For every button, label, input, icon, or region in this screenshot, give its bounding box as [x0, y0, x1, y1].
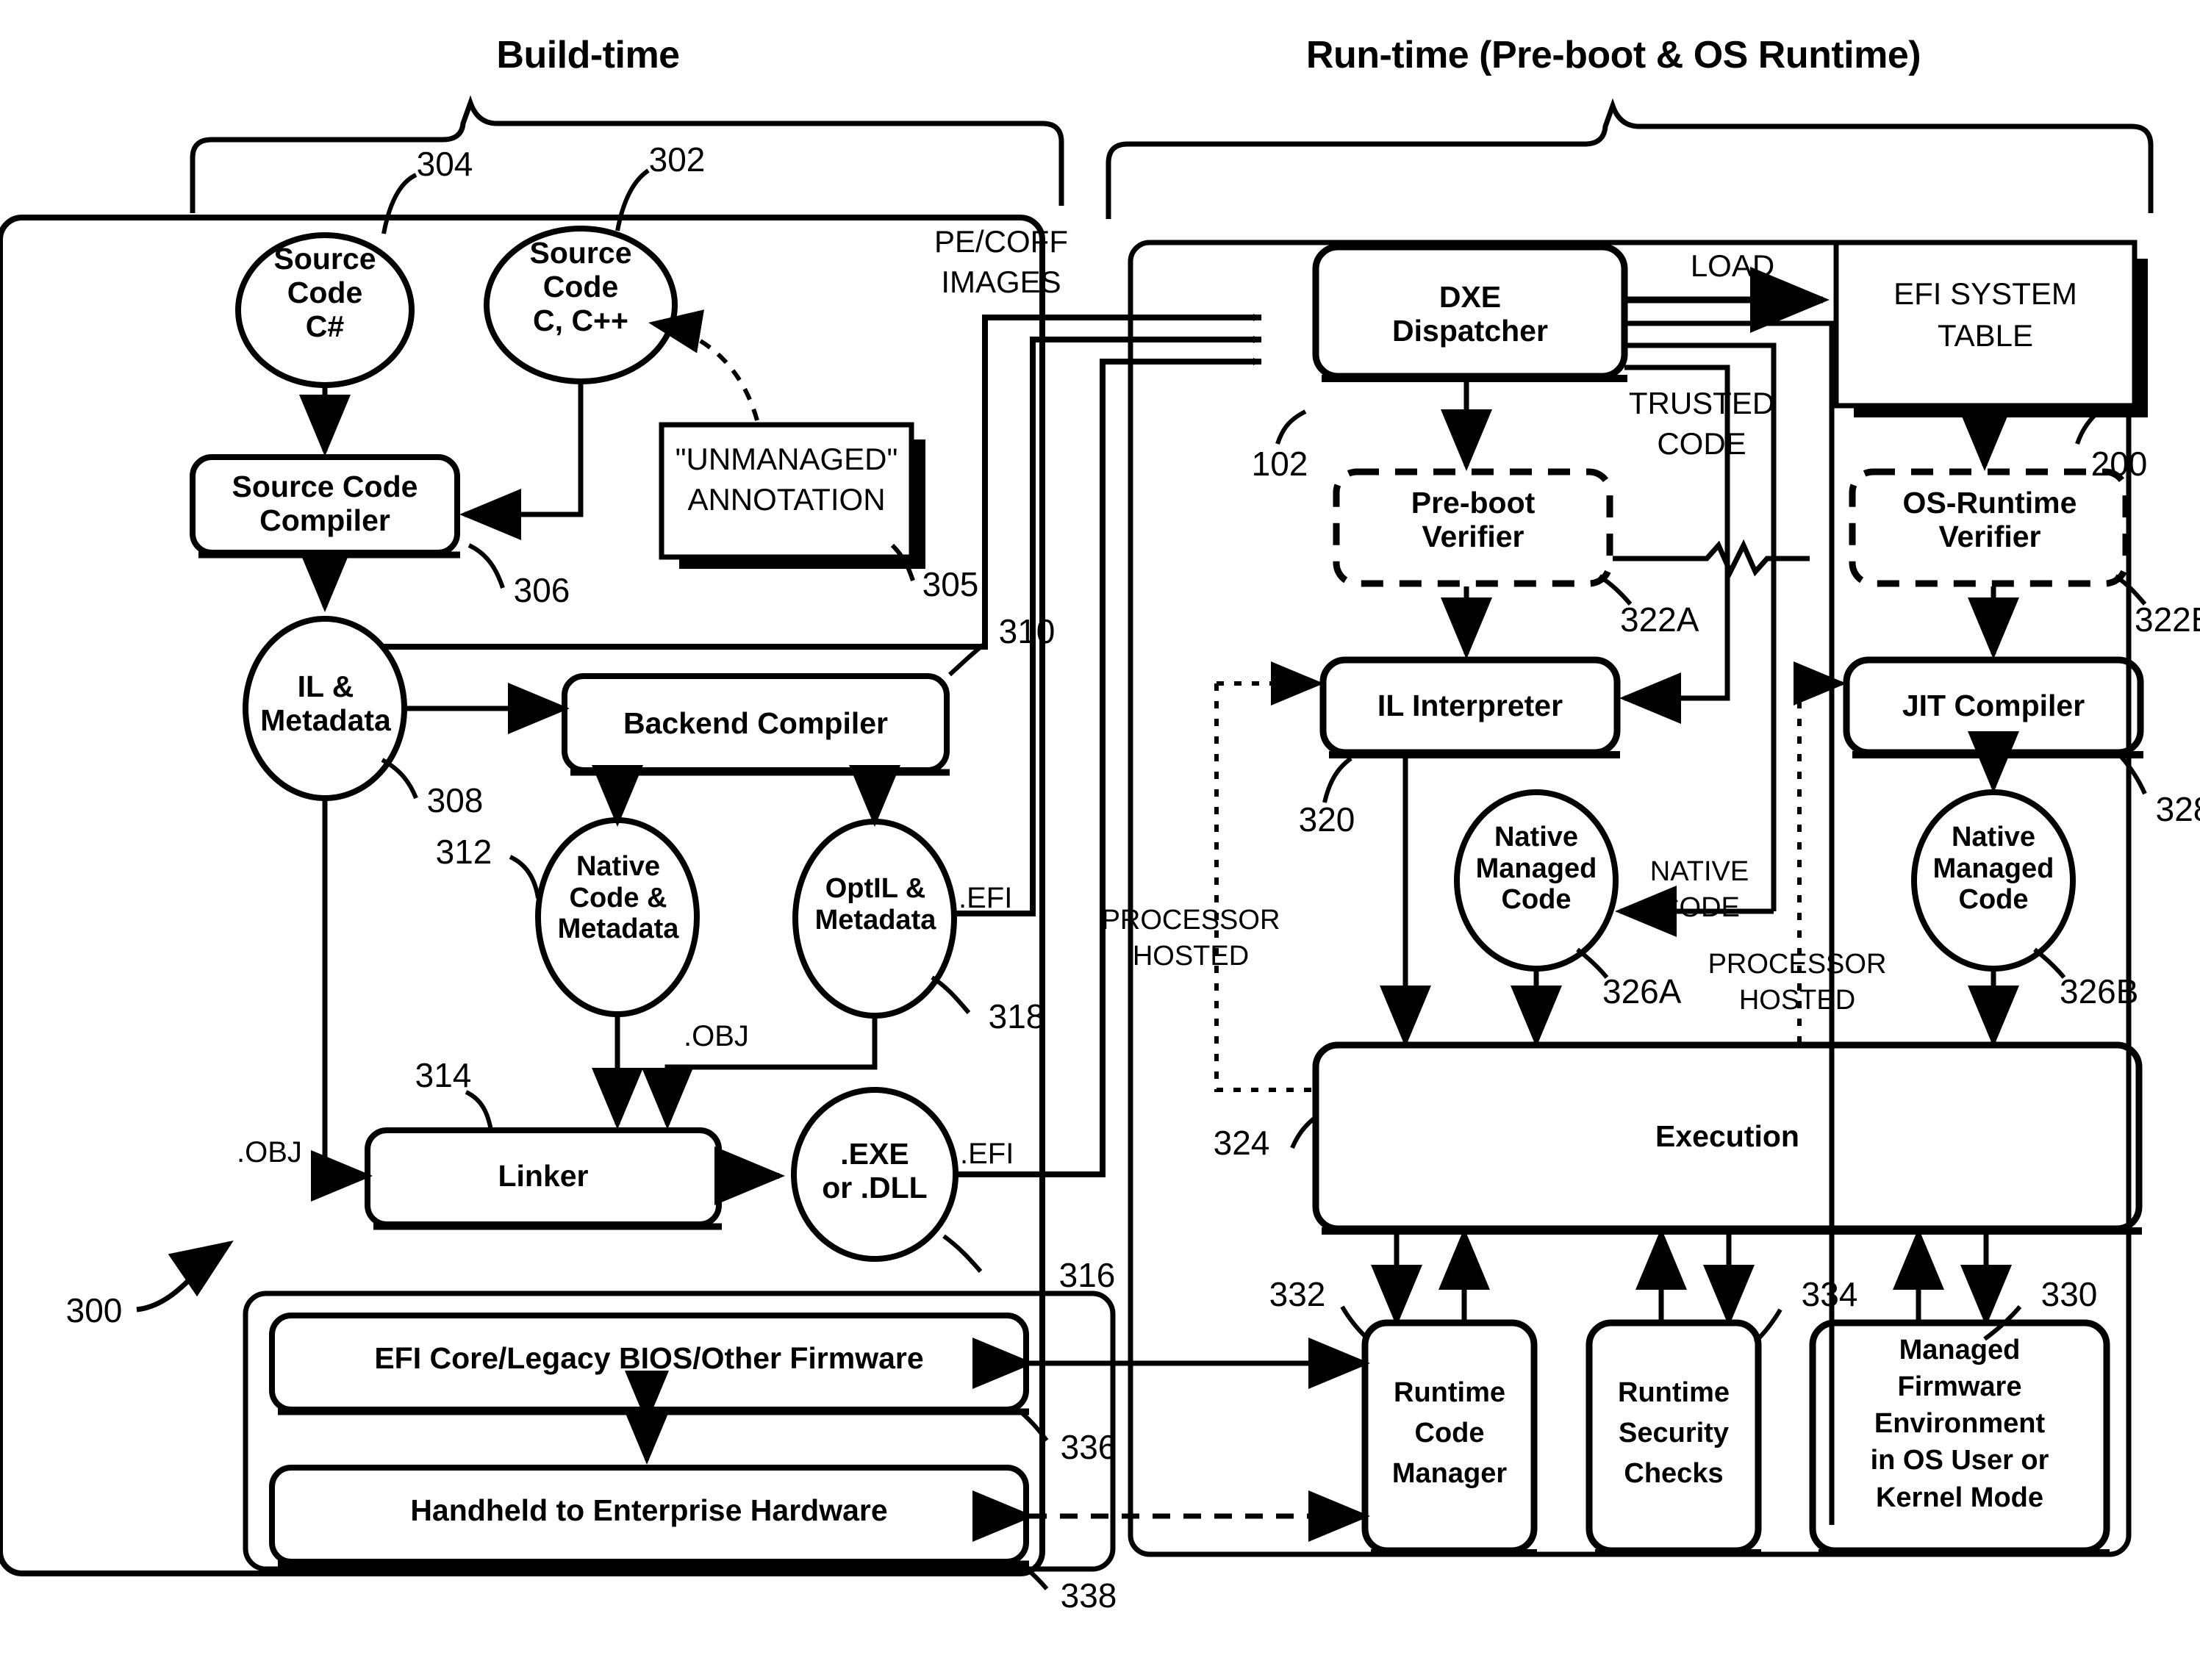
il-metadata-node: IL & Metadata: [260, 670, 391, 737]
ref-306: 306: [513, 571, 570, 609]
efi-system-table-node: EFI SYSTEM TABLE: [1893, 276, 2077, 353]
run-time-title: Run-time (Pre-boot & OS Runtime): [1305, 34, 1921, 76]
ref-200: 200: [2090, 445, 2148, 483]
linker-node: Linker: [498, 1159, 589, 1193]
ref-304: 304: [416, 145, 473, 183]
runtime-code-manager-node: Runtime Code Manager: [1391, 1377, 1508, 1490]
edge-label-efi-from-exe: .EFI: [960, 1138, 1014, 1170]
exe-or-dll-node: .EXE or .DLL: [822, 1137, 928, 1205]
patent-figure: Build-time Run-time (Pre-boot & OS Runti…: [0, 0, 2200, 1680]
source-code-c-node: Source Code C, C++: [529, 236, 632, 337]
native-code-metadata-node: Native Code & Metadata: [557, 851, 679, 945]
runtime-security-checks-node: Runtime Security Checks: [1618, 1377, 1730, 1490]
build-time-title: Build-time: [496, 34, 680, 76]
ref-330: 330: [2040, 1275, 2098, 1313]
backend-compiler-node: Backend Compiler: [623, 706, 888, 740]
ref-320: 320: [1298, 800, 1355, 839]
os-runtime-verifier-node: OS-Runtime Verifier: [1902, 486, 2077, 553]
edge-label-native-code: NATIVE CODE: [1649, 856, 1749, 924]
ref-328: 328: [2155, 790, 2200, 828]
ref-322B: 322B: [2135, 600, 2200, 639]
edge-label-processor-hosted-left: PROCESSOR HOSTED: [1101, 905, 1280, 972]
preboot-verifier-node: Pre-boot Verifier: [1411, 486, 1536, 553]
managed-firmware-env-node: Managed Firmware Environment in OS User …: [1870, 1335, 2049, 1513]
ref-305: 305: [922, 565, 979, 603]
native-managed-code-a-node: Native Managed Code: [1475, 822, 1597, 916]
efi-core-firmware-node: EFI Core/Legacy BIOS/Other Firmware: [374, 1341, 924, 1375]
ref-336: 336: [1060, 1428, 1117, 1466]
ref-310: 310: [998, 612, 1056, 650]
ref-318: 318: [988, 997, 1045, 1035]
ref-316: 316: [1058, 1256, 1116, 1294]
ref-308: 308: [426, 781, 484, 819]
handheld-hardware-node: Handheld to Enterprise Hardware: [410, 1493, 888, 1527]
jit-compiler-node: JIT Compiler: [1902, 689, 2085, 722]
ref-300: 300: [65, 1291, 123, 1329]
native-managed-code-b-node: Native Managed Code: [1932, 822, 2054, 916]
dxe-dispatcher-node: DXE Dispatcher: [1392, 280, 1548, 348]
edge-label-trusted-code: TRUSTED CODE: [1628, 386, 1775, 461]
edge-label-efi-from-optil: .EFI: [959, 882, 1013, 914]
edge-label-pe-coff-images: PE/COFF IMAGES: [934, 224, 1068, 299]
source-code-csharp-node: Source Code C#: [273, 242, 376, 343]
unmanaged-annotation-node: "UNMANAGED" ANNOTATION: [675, 442, 898, 517]
ref-314: 314: [415, 1056, 472, 1094]
ref-324: 324: [1213, 1124, 1270, 1162]
ref-338: 338: [1060, 1576, 1117, 1615]
ref-312: 312: [435, 833, 492, 871]
ref-326B: 326B: [2060, 972, 2139, 1010]
ref-334: 334: [1801, 1275, 1858, 1313]
execution-node: Execution: [1655, 1119, 1799, 1153]
edge-label-processor-hosted-right: PROCESSOR HOSTED: [1708, 949, 1887, 1016]
edge-label-obj-from-optil: .OBJ: [684, 1020, 749, 1052]
edge-label-load: LOAD: [1690, 248, 1775, 283]
ref-322A: 322A: [1620, 600, 1699, 639]
ref-332: 332: [1269, 1275, 1326, 1313]
ref-102: 102: [1251, 445, 1308, 483]
optil-metadata-node: OptIL & Metadata: [814, 873, 936, 936]
edge-label-obj-from-il: .OBJ: [237, 1136, 302, 1169]
il-interpreter-node: IL Interpreter: [1377, 689, 1563, 722]
source-code-compiler-node: Source Code Compiler: [232, 470, 418, 537]
ref-302: 302: [648, 140, 706, 179]
